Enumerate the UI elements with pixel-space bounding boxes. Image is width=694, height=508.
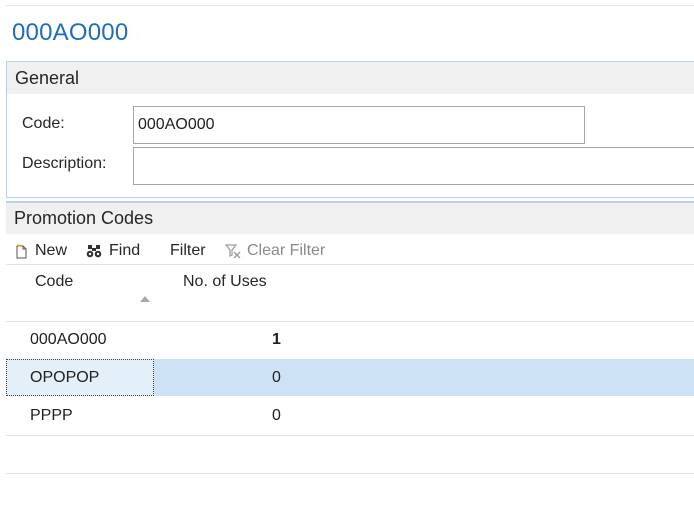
clear-filter-button-label: Clear Filter [247,242,326,259]
table-row[interactable]: 000AO000 1 [6,321,694,358]
filter-button-label: Filter [170,242,206,259]
row-uses-cell[interactable]: 0 [272,359,281,396]
row-code-cell[interactable]: PPPP [30,397,73,434]
code-label: Code: [22,115,65,132]
new-document-icon [15,243,28,259]
find-button-label: Find [109,242,141,259]
new-button[interactable]: New [15,240,67,262]
general-section: General Code: Description: [6,61,694,198]
binoculars-icon [86,244,102,258]
column-header-no-of-uses[interactable]: No. of Uses [183,273,267,291]
promotion-codes-toolbar: New Find Filter Clear Filter [6,236,694,265]
filter-button[interactable]: Filter [170,240,206,262]
code-field[interactable] [133,106,585,144]
clear-filter-button[interactable]: Clear Filter [225,240,325,262]
list-bottom-divider [6,473,694,474]
top-divider [6,5,694,6]
row-divider [6,435,694,436]
promotion-codes-header[interactable]: Promotion Codes [6,201,694,234]
row-uses-cell[interactable]: 0 [272,397,281,434]
description-field[interactable] [133,147,694,185]
sort-ascending-icon [140,289,150,307]
new-button-label: New [35,242,68,259]
column-header-code[interactable]: Code [35,273,73,291]
page-title: 000AO000 [12,19,129,46]
find-button[interactable]: Find [86,240,140,262]
general-header[interactable]: General [7,62,694,94]
row-uses-cell[interactable]: 1 [272,321,281,358]
table-row[interactable]: PPPP 0 [6,397,694,434]
description-label: Description: [22,155,107,172]
clear-filter-icon [225,243,241,259]
row-code-cell[interactable]: 000AO000 [30,321,107,358]
table-row-selected[interactable]: OPOPOP 0 [6,359,694,396]
row-code-cell[interactable]: OPOPOP [30,359,99,396]
